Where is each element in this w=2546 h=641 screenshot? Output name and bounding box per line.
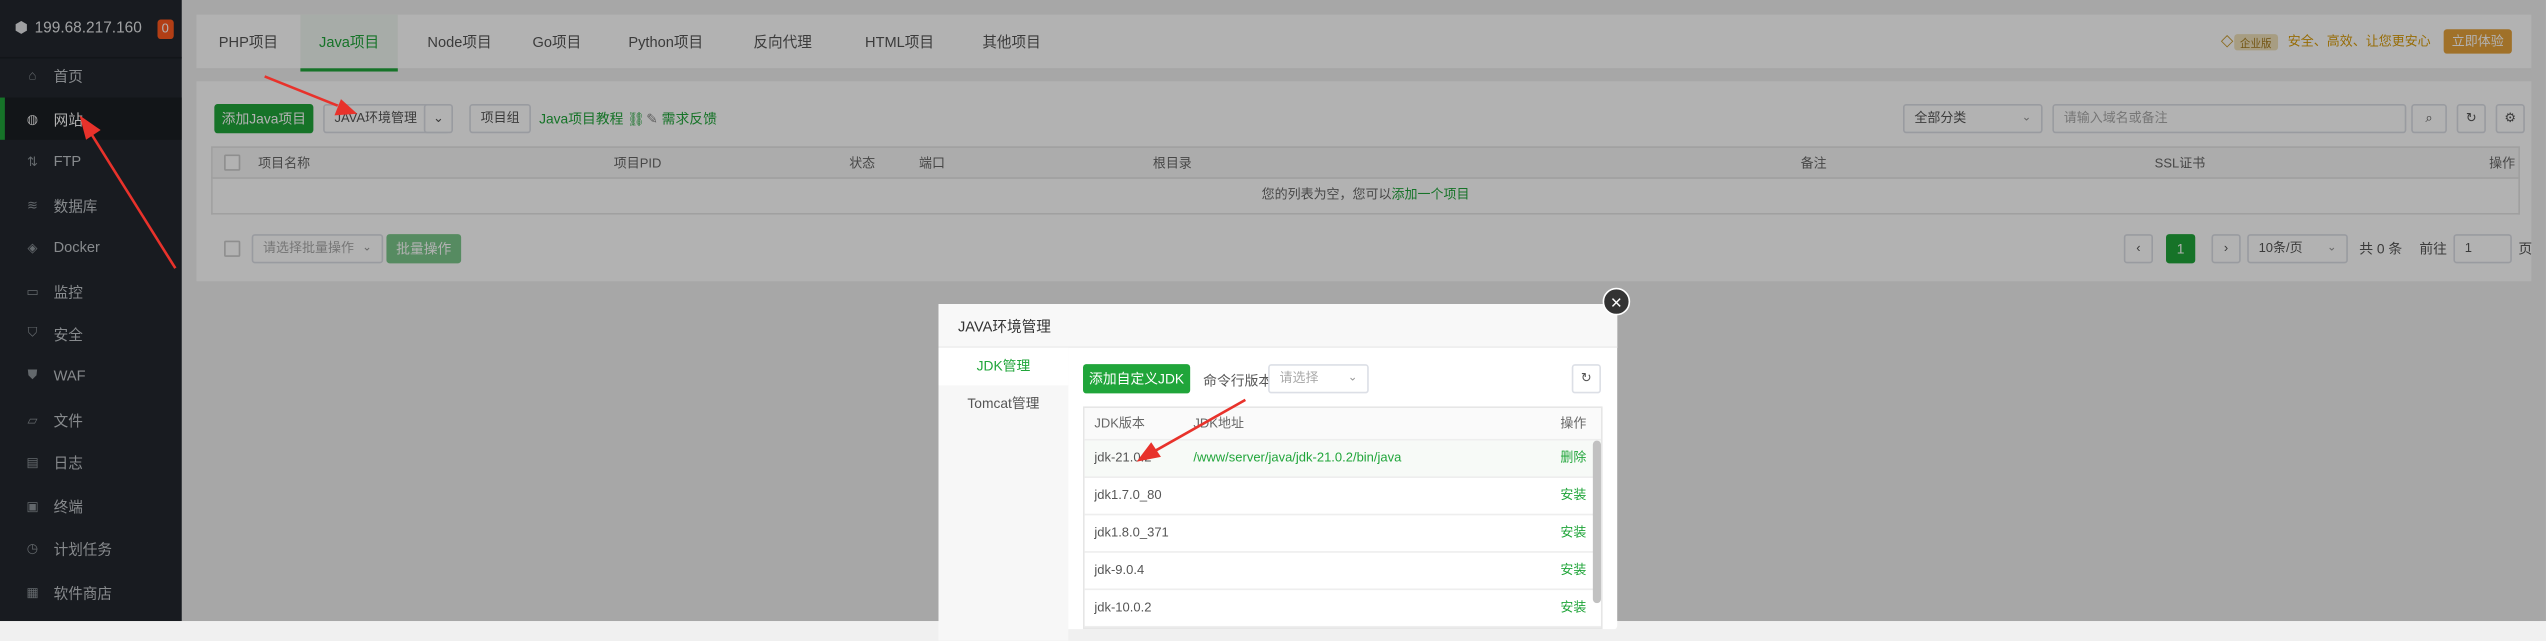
arrow-to-jdk21	[1155, 398, 1247, 452]
arrow-head-icon	[334, 99, 358, 116]
arrow-to-website	[89, 132, 177, 269]
annotation-arrows	[79, 75, 1247, 462]
arrow-head-icon	[79, 115, 101, 140]
arrow-to-java-env	[264, 75, 339, 107]
arrow-head-icon	[1136, 442, 1161, 462]
